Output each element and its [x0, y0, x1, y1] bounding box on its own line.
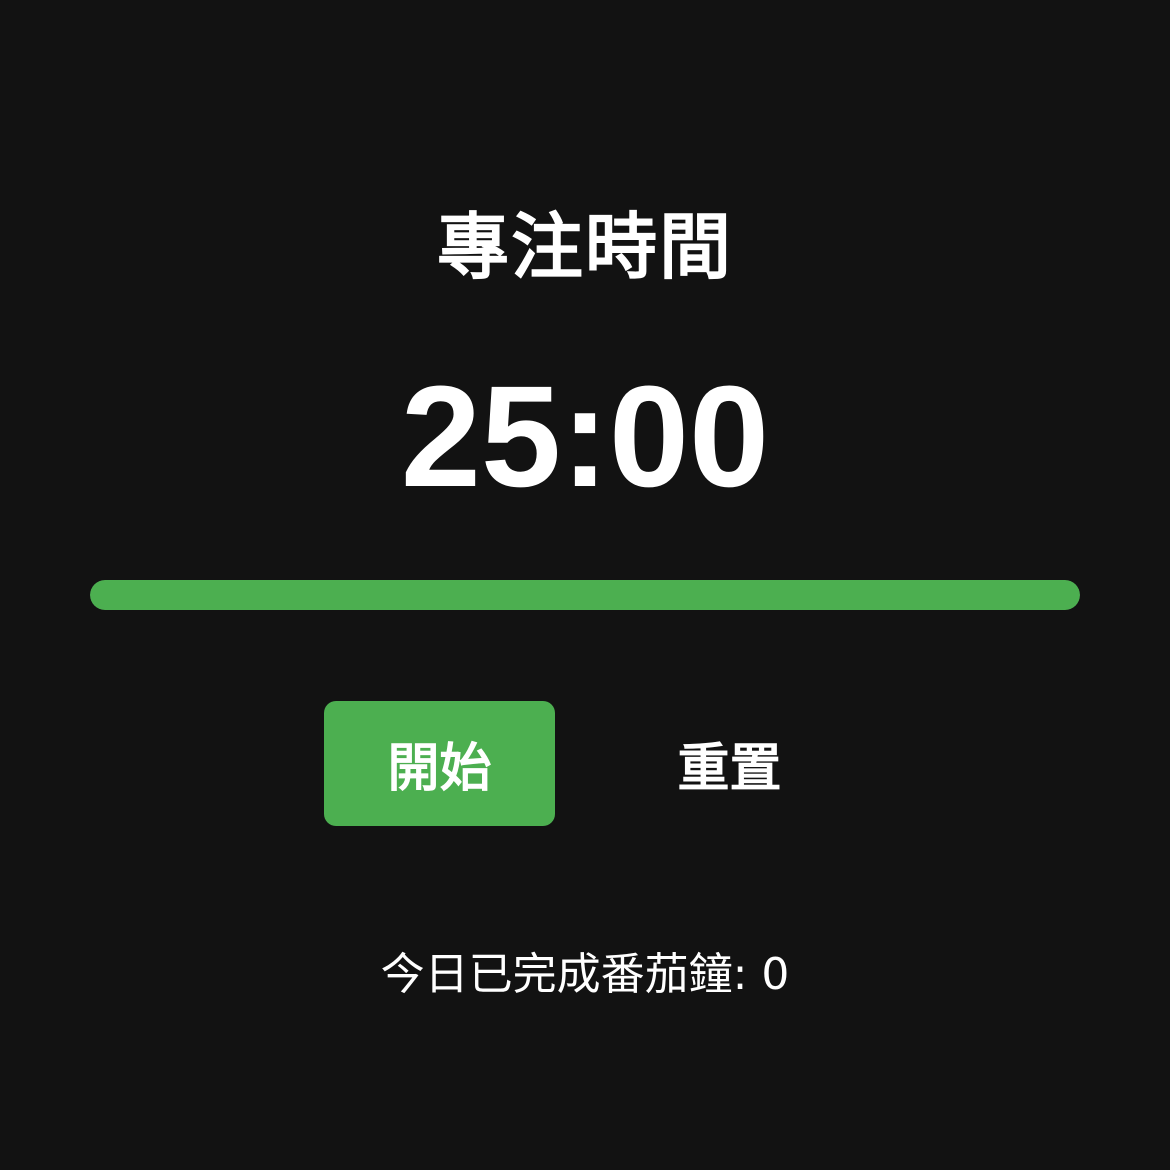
completed-count: 0: [761, 949, 790, 1000]
reset-button[interactable]: 重置: [614, 701, 845, 826]
completed-label: 今日已完成番茄鐘:: [380, 949, 762, 1000]
progress-fill: [90, 580, 1080, 610]
completed-count-text: 今日已完成番茄鐘: 0: [0, 945, 1170, 1005]
mode-title: 專注時間: [436, 205, 733, 289]
start-button[interactable]: 開始: [324, 701, 555, 826]
pomodoro-app: 專注時間 25:00 開始 重置 今日已完成番茄鐘: 0: [0, 0, 1170, 1170]
progress-bar: [90, 580, 1080, 610]
timer-display: 25:00: [400, 356, 770, 517]
